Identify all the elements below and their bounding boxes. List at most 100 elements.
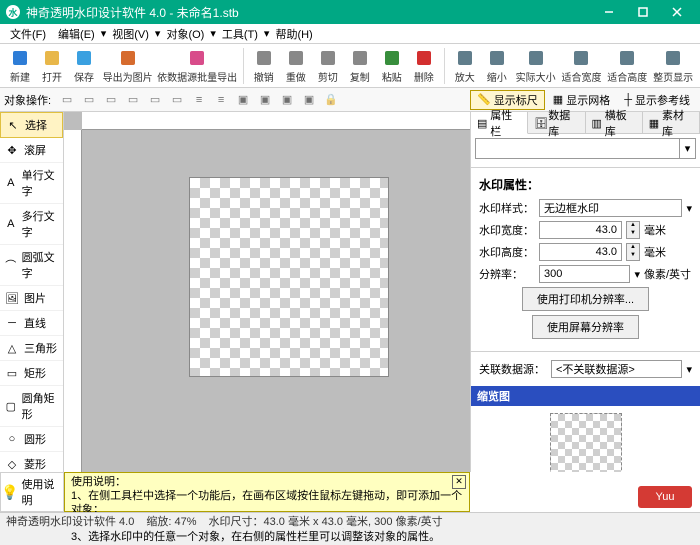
maximize-button[interactable] — [626, 0, 660, 24]
ruler-icon: 📏 — [477, 93, 491, 106]
align-center-icon: ▭ — [79, 90, 99, 110]
menu-edit[interactable]: 编辑(E) — [52, 26, 101, 42]
help-button[interactable]: 💡使用说明 — [0, 472, 64, 512]
rect-icon: ▭ — [4, 365, 20, 381]
undo-button[interactable]: 撤销 — [248, 48, 280, 84]
width-label: 水印宽度： — [479, 222, 535, 238]
distribute-v-icon: ≡ — [211, 90, 231, 110]
menu-file[interactable]: 文件(F) — [4, 26, 52, 42]
batchexport-button[interactable]: 依数据源批量导出 — [155, 48, 239, 84]
paste-button[interactable]: 粘贴 — [376, 48, 408, 84]
delete-button[interactable]: 删除 — [408, 48, 440, 84]
undo-icon — [254, 48, 274, 68]
help-close-button[interactable]: ✕ — [452, 475, 466, 489]
tool-circle[interactable]: ○圆形 — [0, 427, 63, 452]
screen-res-button[interactable]: 使用屏幕分辨率 — [532, 315, 639, 339]
height-label: 水印高度： — [479, 244, 535, 260]
tab-assets[interactable]: ▦素材库 — [643, 112, 700, 133]
copy-button[interactable]: 复制 — [344, 48, 376, 84]
tool-line[interactable]: ─直线 — [0, 311, 63, 336]
tool-tri[interactable]: △三角形 — [0, 336, 63, 361]
tool-textm[interactable]: A多行文字 — [0, 204, 63, 245]
fitw-button[interactable]: 适合宽度 — [559, 48, 605, 84]
help-right-pane: Yuu — [470, 472, 700, 512]
tool-text1[interactable]: A单行文字 — [0, 163, 63, 204]
width-unit: 毫米 — [644, 222, 692, 238]
canvas-area[interactable] — [64, 112, 470, 492]
group-icon: ▣ — [277, 90, 297, 110]
printer-res-button[interactable]: 使用打印机分辨率... — [522, 287, 649, 311]
open-button[interactable]: 打开 — [36, 48, 68, 84]
menu-help[interactable]: 帮助(H) — [269, 26, 318, 42]
fith-icon — [617, 48, 637, 68]
exportimg-icon — [118, 48, 138, 68]
tab-templates[interactable]: ▥横板库 — [586, 112, 643, 133]
statusbar: 神奇透明水印设计软件 4.0 缩放: 47% 水印尺寸：43.0 毫米 x 43… — [0, 512, 700, 528]
chevron-down-icon: ▾ — [686, 202, 692, 215]
tool-rrect[interactable]: ▢圆角矩形 — [0, 386, 63, 427]
object-toolbar: 对象操作: ▭ ▭ ▭ ▭ ▭ ▭ ≡ ≡ ▣ ▣ ▣ ▣ 🔒 📏显示标尺 ▦显… — [0, 88, 700, 112]
zoomout-button[interactable]: 缩小 — [481, 48, 513, 84]
fitw-icon — [571, 48, 591, 68]
menu-object[interactable]: 对象(O) — [160, 26, 210, 42]
line-icon: ─ — [4, 315, 20, 331]
text1-icon: A — [4, 175, 18, 191]
menu-tools[interactable]: 工具(T) — [216, 26, 264, 42]
rrect-icon: ▢ — [4, 398, 18, 414]
bring-front-icon: ▣ — [233, 90, 253, 110]
help-box: ✕ 使用说明： 1、在侧工具栏中选择一个功能后，在画布区域按住鼠标左键拖动，即可… — [64, 472, 470, 512]
actual-icon — [526, 48, 546, 68]
align-bottom-icon: ▭ — [167, 90, 187, 110]
res-input[interactable]: 300 — [539, 265, 630, 283]
status-app: 神奇透明水印设计软件 4.0 — [6, 513, 134, 529]
cut-button[interactable]: 剪切 — [312, 48, 344, 84]
template-icon: ▥ — [592, 117, 603, 129]
tool-scroll[interactable]: ✥滚屏 — [0, 138, 63, 163]
datasource-select[interactable]: <不关联数据源> — [551, 360, 682, 378]
align-right-icon: ▭ — [101, 90, 121, 110]
save-icon — [74, 48, 94, 68]
height-spinner[interactable]: ▲▼ — [626, 243, 640, 261]
object-combo[interactable]: ▾ — [475, 138, 696, 159]
batchexport-icon — [187, 48, 207, 68]
style-select[interactable]: 无边框水印 — [539, 199, 682, 217]
redo-icon — [286, 48, 306, 68]
close-button[interactable] — [660, 0, 694, 24]
send-back-icon: ▣ — [255, 90, 275, 110]
menu-view[interactable]: 视图(V) — [106, 26, 155, 42]
width-input[interactable]: 43.0 — [539, 221, 622, 239]
tool-sidebar: ↖选择✥滚屏A单行文字A多行文字⌒圆弧文字🖼图片─直线△三角形▭矩形▢圆角矩形○… — [0, 112, 64, 492]
zoomin-button[interactable]: 放大 — [449, 48, 481, 84]
align-left-icon: ▭ — [57, 90, 77, 110]
zoomout-icon — [487, 48, 507, 68]
new-button[interactable]: 新建 — [4, 48, 36, 84]
tool-rect[interactable]: ▭矩形 — [0, 361, 63, 386]
actual-button[interactable]: 实际大小 — [513, 48, 559, 84]
bulb-icon: 💡 — [1, 484, 18, 501]
status-zoom: 缩放: 47% — [146, 513, 196, 529]
help-title: 使用说明： — [71, 476, 463, 490]
align-top-icon: ▭ — [123, 90, 143, 110]
image-icon: 🖼 — [4, 290, 20, 306]
tool-select[interactable]: ↖选择 — [0, 112, 63, 138]
brand-badge[interactable]: Yuu — [638, 486, 692, 508]
redo-button[interactable]: 重做 — [280, 48, 312, 84]
watermark-canvas[interactable] — [190, 178, 388, 376]
fitp-button[interactable]: 整页显示 — [650, 48, 696, 84]
align-middle-icon: ▭ — [145, 90, 165, 110]
tool-arc[interactable]: ⌒圆弧文字 — [0, 245, 63, 286]
tab-properties[interactable]: ▤属性栏 — [471, 112, 528, 134]
ungroup-icon: ▣ — [299, 90, 319, 110]
tool-image[interactable]: 🖼图片 — [0, 286, 63, 311]
delete-icon — [414, 48, 434, 68]
minimize-button[interactable] — [592, 0, 626, 24]
chevron-down-icon: ▾ — [634, 268, 640, 281]
diamond-icon: ◇ — [4, 456, 20, 472]
exportimg-button[interactable]: 导出为图片 — [100, 48, 155, 84]
tab-database[interactable]: 🗄数据库 — [528, 112, 585, 133]
height-input[interactable]: 43.0 — [539, 243, 622, 261]
tri-icon: △ — [4, 340, 20, 356]
width-spinner[interactable]: ▲▼ — [626, 221, 640, 239]
save-button[interactable]: 保存 — [68, 48, 100, 84]
fith-button[interactable]: 适合高度 — [604, 48, 650, 84]
